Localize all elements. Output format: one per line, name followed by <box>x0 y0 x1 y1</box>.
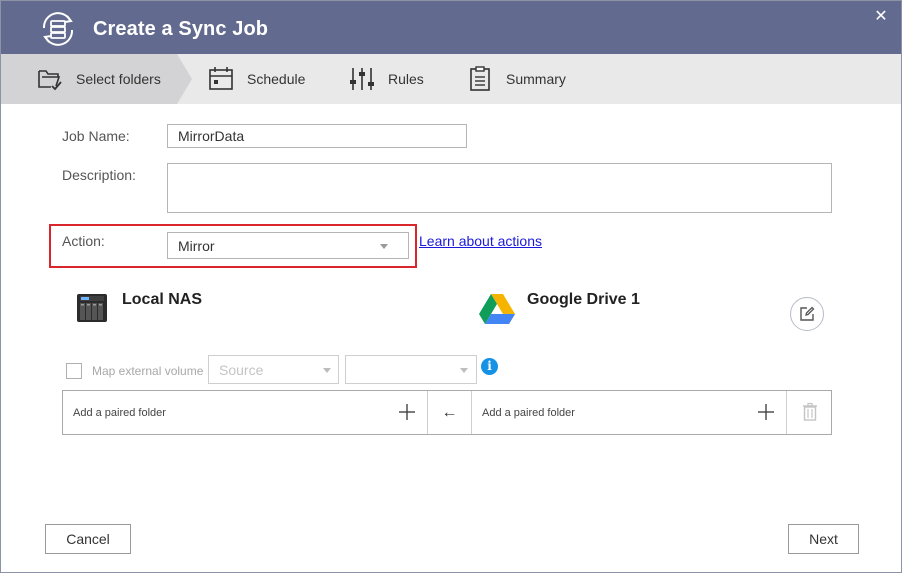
cloud-paired-folder-label: Add a paired folder <box>482 406 575 419</box>
step-label: Rules <box>388 71 424 87</box>
step-schedule[interactable]: Schedule <box>208 54 305 104</box>
destination-name: Google Drive 1 <box>527 291 640 308</box>
source-select-placeholder: Source <box>219 361 264 378</box>
step-label: Schedule <box>247 71 306 87</box>
step-select-folders[interactable]: Select folders <box>37 54 161 104</box>
divider <box>786 391 787 434</box>
arrow-left-icon: ← <box>441 403 458 421</box>
action-label: Action: <box>62 233 105 249</box>
add-local-folder-icon[interactable] <box>396 401 418 423</box>
sync-job-icon <box>42 12 74 46</box>
paired-folder-row: Add a paired folder ← Add a paired folde… <box>62 390 832 435</box>
chevron-down-icon <box>380 244 388 249</box>
map-external-volume-checkbox[interactable] <box>66 363 82 379</box>
job-name-label: Job Name: <box>62 128 130 144</box>
next-button[interactable]: Next <box>788 524 859 554</box>
cloud-paired-folder[interactable]: Add a paired folder <box>482 391 575 434</box>
learn-about-actions-link[interactable]: Learn about actions <box>419 233 542 249</box>
action-select[interactable]: Mirror <box>167 232 409 259</box>
local-paired-folder[interactable]: Add a paired folder <box>73 391 166 434</box>
chevron-down-icon <box>460 368 468 373</box>
divider <box>471 391 472 434</box>
edit-icon <box>800 306 815 321</box>
step-summary[interactable]: Summary <box>467 54 566 104</box>
step-label: Summary <box>506 71 566 87</box>
trash-icon[interactable] <box>800 402 820 422</box>
close-button[interactable]: ✕ <box>871 7 891 27</box>
close-icon: ✕ <box>874 8 888 25</box>
local-paired-folder-label: Add a paired folder <box>73 406 166 419</box>
volume-select <box>345 355 477 384</box>
edit-destination-button[interactable] <box>790 297 824 331</box>
cancel-button[interactable]: Cancel <box>45 524 131 554</box>
map-external-volume-label: Map external volume <box>92 364 204 378</box>
calendar-icon <box>209 67 233 90</box>
clipboard-icon <box>470 66 490 91</box>
sliders-icon <box>350 68 374 90</box>
step-label: Select folders <box>76 71 161 87</box>
job-name-input[interactable] <box>167 124 467 148</box>
description-label: Description: <box>62 167 136 183</box>
step-rules[interactable]: Rules <box>349 54 424 104</box>
description-field[interactable] <box>167 163 832 213</box>
source-select: Source <box>208 355 339 384</box>
add-cloud-folder-icon[interactable] <box>755 401 777 423</box>
title-bar: Create a Sync Job ✕ <box>1 1 901 54</box>
folder-check-icon <box>38 70 62 91</box>
sync-job-dialog: Create a Sync Job ✕ Select folders Sched… <box>0 0 902 573</box>
wizard-steps: Select folders Schedule Rules Summary <box>1 54 901 104</box>
dialog-title: Create a Sync Job <box>93 18 269 40</box>
source-name: Local NAS <box>122 291 203 308</box>
nas-device-icon <box>77 294 107 322</box>
info-icon[interactable]: i <box>481 358 498 375</box>
sync-direction-arrow: ← <box>428 391 471 434</box>
chevron-down-icon <box>323 368 331 373</box>
action-select-value: Mirror <box>178 237 215 254</box>
google-drive-icon <box>479 294 515 324</box>
